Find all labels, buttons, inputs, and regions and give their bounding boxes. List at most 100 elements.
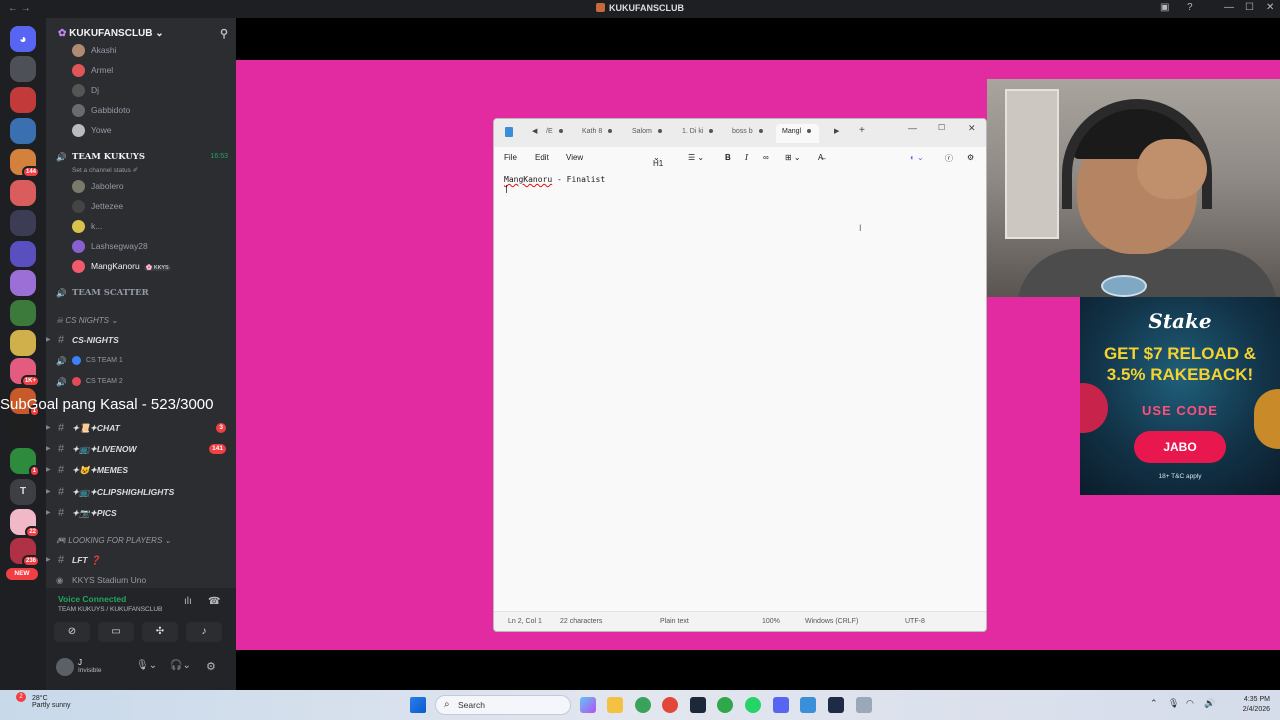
voice-user[interactable]: k...: [72, 218, 102, 234]
bold-icon[interactable]: B: [725, 153, 731, 162]
voice-channel-path[interactable]: TEAM KUKUYS / KUKUFANSCLUB: [58, 606, 162, 613]
server-icon[interactable]: [10, 270, 36, 296]
add-member-icon[interactable]: ⚲: [220, 27, 228, 40]
server-icon[interactable]: [10, 210, 36, 236]
tray-overflow-icon[interactable]: ⌃: [1150, 698, 1158, 709]
format-indicator[interactable]: Plain text: [660, 618, 689, 625]
maximize-button[interactable]: ☐: [1245, 2, 1254, 13]
notepad-text-area[interactable]: MangKanoru - Finalist |: [504, 175, 605, 193]
minimize-button[interactable]: —: [1224, 2, 1234, 13]
microphone-tray-icon[interactable]: 🎙: [1168, 698, 1179, 709]
menu-file[interactable]: File: [504, 153, 517, 162]
tab-scroll-right-icon[interactable]: ▶: [834, 127, 839, 135]
weather-widget[interactable]: 28°C Partly sunny: [32, 695, 71, 709]
inbox-icon[interactable]: ▣: [1160, 2, 1169, 13]
notepad-tab[interactable]: Salom: [632, 128, 662, 135]
server-icon[interactable]: [10, 330, 36, 356]
notepad-tab[interactable]: Kath 8: [582, 128, 613, 135]
microphone-icon[interactable]: 🎙⌄: [136, 660, 157, 671]
close-button[interactable]: ✕: [968, 123, 976, 134]
server-icon[interactable]: [10, 418, 36, 444]
discord-home-icon[interactable]: ◕: [10, 26, 36, 52]
server-icon[interactable]: T: [10, 479, 36, 505]
voice-user[interactable]: Yowe: [72, 122, 111, 138]
start-button-icon[interactable]: [410, 697, 426, 713]
server-icon[interactable]: [10, 118, 36, 144]
category-looking-for-players[interactable]: 🎮 LOOKING FOR PLAYERS ⌄: [56, 536, 171, 545]
tab-scroll-left-icon[interactable]: ◀: [532, 127, 537, 135]
voice-status[interactable]: Voice Connected: [58, 594, 126, 604]
discord-taskbar-icon[interactable]: [773, 697, 789, 713]
text-channel[interactable]: ▶ # ✦📷✦PICS: [46, 504, 236, 522]
chrome-icon-3[interactable]: [717, 697, 733, 713]
channel-voice[interactable]: 🔊 CS TEAM 1: [46, 352, 236, 370]
notepad-tab[interactable]: boss b: [732, 128, 763, 135]
channel-voice[interactable]: 🔊 CS TEAM 2: [46, 373, 236, 391]
new-badge[interactable]: NEW: [6, 568, 38, 580]
link-icon[interactable]: ∞: [763, 153, 769, 162]
settings-gear-icon[interactable]: ⚙: [206, 660, 216, 673]
text-channel[interactable]: ▶ # ✦📜✦CHAT 3: [46, 419, 236, 437]
zoom-level[interactable]: 100%: [762, 618, 780, 625]
file-explorer-icon[interactable]: [607, 697, 623, 713]
voice-user[interactable]: Jabolero: [72, 178, 124, 194]
text-channel[interactable]: ▶ # ✦📺✦CLIPSHIGHLIGHTS: [46, 483, 236, 501]
voice-user[interactable]: Gabbidoto: [72, 102, 130, 118]
italic-icon[interactable]: I: [745, 153, 748, 162]
text-channel[interactable]: ▶ # ✦📺✦LIVENOW 141: [46, 440, 236, 458]
headphones-icon[interactable]: 🎧⌄: [170, 660, 191, 671]
server-icon[interactable]: 1: [10, 448, 40, 477]
notepad-tab[interactable]: /E: [546, 128, 563, 135]
maximize-button[interactable]: ☐: [938, 123, 945, 132]
voice-channel-team-kukuys[interactable]: 🔊 TEAM KUKUYS 16:53: [46, 148, 236, 166]
menu-edit[interactable]: Edit: [535, 153, 549, 162]
copilot-icon[interactable]: ◐ ⌄: [910, 153, 924, 162]
voice-user[interactable]: Armel: [72, 62, 113, 78]
clear-formatting-icon[interactable]: A̶: [818, 153, 823, 162]
copilot-taskbar-icon[interactable]: [580, 697, 596, 713]
snipping-tool-icon[interactable]: [856, 697, 872, 713]
whatsapp-icon[interactable]: [745, 697, 761, 713]
encoding[interactable]: UTF-8: [905, 618, 925, 625]
text-channel[interactable]: ▶ # ✦😺✦MEMES: [46, 461, 236, 479]
wifi-icon[interactable]: ◠: [1186, 698, 1194, 709]
channel-text[interactable]: ▶ # CS-NIGHTS: [46, 331, 236, 349]
server-icon[interactable]: [10, 56, 36, 82]
line-ending[interactable]: Windows (CRLF): [805, 618, 858, 625]
voice-user[interactable]: Lashsegway28: [72, 238, 148, 254]
chrome-icon-1[interactable]: [635, 697, 651, 713]
noise-suppression-icon[interactable]: ılı: [184, 596, 192, 607]
minimize-button[interactable]: —: [908, 123, 917, 133]
account-icon[interactable]: ⓡ: [945, 153, 953, 164]
notepad-tab[interactable]: 1. Di ki: [682, 128, 714, 135]
server-icon[interactable]: 236: [10, 538, 40, 567]
notepad-taskbar-icon[interactable]: [800, 697, 816, 713]
server-icon[interactable]: 144: [10, 149, 40, 178]
server-icon[interactable]: 1K+: [10, 358, 40, 387]
server-icon[interactable]: [10, 241, 36, 267]
server-icon[interactable]: [10, 87, 36, 113]
camera-off-button[interactable]: ⊘: [54, 622, 90, 642]
list-dropdown-icon[interactable]: ☰ ⌄: [688, 153, 704, 162]
vscode-icon[interactable]: [828, 697, 844, 713]
voice-user[interactable]: MangKanoru 🌸 KKYS: [72, 258, 171, 274]
table-icon[interactable]: ⊞ ⌄: [785, 153, 801, 162]
voice-user[interactable]: Jettezee: [72, 198, 123, 214]
channel-status[interactable]: Set a channel status ✐: [72, 166, 138, 174]
disconnect-icon[interactable]: ☎: [208, 596, 220, 607]
channel-kkys-stadium[interactable]: ◉ KKYS Stadium Uno: [46, 571, 236, 589]
server-icon[interactable]: 22: [10, 509, 40, 538]
settings-gear-icon[interactable]: ⚙: [967, 153, 974, 162]
category-cs-nights[interactable]: ☠ CS NIGHTS ⌄: [56, 316, 118, 325]
clock[interactable]: 4:35 PM 2/4/2026: [1243, 695, 1270, 715]
steam-icon[interactable]: [690, 697, 706, 713]
voice-user[interactable]: Dj: [72, 82, 99, 98]
help-icon[interactable]: ?: [1187, 2, 1193, 13]
volume-icon[interactable]: 🔊: [1204, 698, 1215, 709]
activities-button[interactable]: ✣: [142, 622, 178, 642]
notepad-tab[interactable]: Mangl: [776, 124, 820, 143]
voice-channel-team-scatter[interactable]: 🔊 TEAM SCATTER: [46, 284, 236, 302]
voice-user[interactable]: Akashi: [72, 42, 117, 58]
heading-dropdown[interactable]: H1 ⌄: [653, 153, 663, 168]
close-button[interactable]: ✕: [1266, 2, 1274, 13]
